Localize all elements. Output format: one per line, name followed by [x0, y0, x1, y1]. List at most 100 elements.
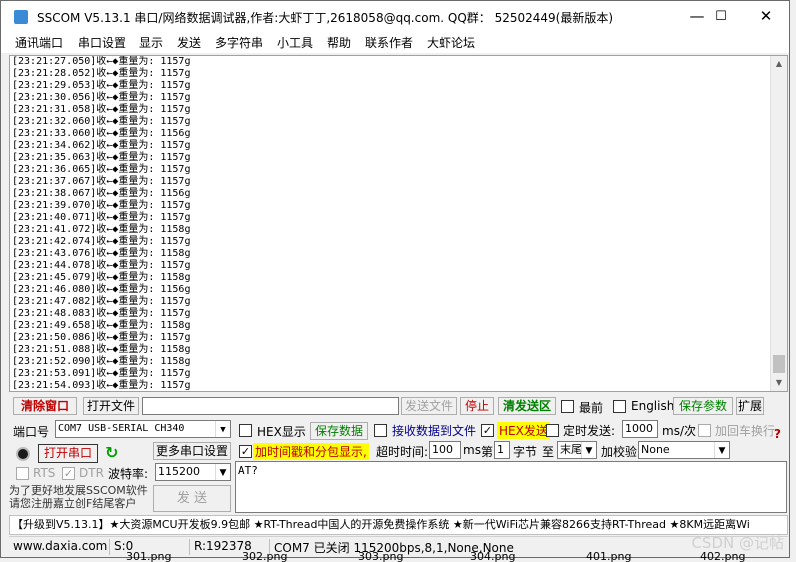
add-crlf-label: 加回车换行	[715, 424, 776, 438]
open-file-button[interactable]: 打开文件	[83, 397, 139, 415]
log-line: [23:21:52.090]收←◆重量为: 1158g	[12, 356, 191, 367]
log-line: [23:21:43.076]收←◆重量为: 1158g	[12, 248, 191, 259]
log-line: [23:21:46.080]收←◆重量为: 1156g	[12, 284, 191, 295]
stop-button[interactable]: 停止	[460, 397, 494, 415]
baud-select[interactable]: 115200 ▼	[155, 463, 231, 481]
save-params-button[interactable]: 保存参数	[673, 397, 733, 415]
close-button[interactable]: ✕	[743, 1, 789, 32]
log-line: [23:21:41.072]收←◆重量为: 1158g	[12, 224, 191, 235]
menu-contact[interactable]: 联系作者	[365, 34, 413, 51]
background-file: 304.png	[470, 550, 516, 562]
log-lines: [23:21:27.050]收←◆重量为: 1157g [23:21:28.052…	[12, 56, 191, 391]
background-file-strip: 301.png 302.png 303.png 304.png 401.png …	[0, 550, 796, 562]
topmost-label: 最前	[579, 401, 604, 415]
promo-text: 为了更好地发展SSCOM软件 请您注册嘉立创F结尾客户	[9, 484, 148, 510]
log-line: [23:21:44.078]收←◆重量为: 1157g	[12, 260, 191, 271]
menu-port[interactable]: 通讯端口	[15, 34, 63, 51]
end-value: 末尾	[560, 443, 582, 456]
dtr-checkbox[interactable]: ✓	[62, 467, 75, 480]
clear-window-button[interactable]: 清除窗口	[13, 397, 77, 415]
port-status-indicator	[16, 447, 30, 461]
topmost-checkbox[interactable]	[561, 400, 574, 413]
timeout-label: 超时时间:	[376, 445, 429, 459]
file-path-field[interactable]	[142, 397, 399, 415]
maximize-button[interactable]: ☐	[698, 1, 744, 32]
scroll-thumb[interactable]	[773, 355, 785, 373]
english-checkbox[interactable]	[613, 400, 626, 413]
log-line: [23:21:28.052]收←◆重量为: 1157g	[12, 68, 191, 79]
open-port-button[interactable]: 打开串口	[38, 444, 98, 463]
app-icon	[14, 10, 28, 24]
refresh-icon[interactable]: ↻	[105, 443, 118, 462]
log-line: [23:21:37.067]收←◆重量为: 1157g	[12, 176, 191, 187]
log-line: [23:21:53.091]收←◆重量为: 1157g	[12, 368, 191, 379]
checksum-label: 加校验	[601, 445, 638, 459]
log-line: [23:21:40.071]收←◆重量为: 1157g	[12, 212, 191, 223]
rts-checkbox[interactable]	[16, 467, 29, 480]
log-line: [23:21:51.088]收←◆重量为: 1158g	[12, 344, 191, 355]
port-label: 端口号	[13, 425, 50, 439]
send-file-button[interactable]: 发送文件	[401, 397, 457, 415]
menu-display[interactable]: 显示	[139, 34, 163, 51]
hex-send-label: HEX发送	[497, 422, 550, 439]
chevron-down-icon: ▼	[215, 421, 230, 437]
to-label: 至	[542, 445, 555, 459]
checksum-select[interactable]: None ▼	[638, 441, 730, 459]
menu-bar: 通讯端口 串口设置 显示 发送 多字符串 小工具 帮助 联系作者 大虾论坛	[1, 32, 789, 53]
timestamp-label: 加时间戳和分包显示,	[253, 443, 369, 460]
timeout-unit: ms	[463, 443, 481, 457]
log-line: [23:21:30.056]收←◆重量为: 1157g	[12, 92, 191, 103]
send-input[interactable]: AT?	[235, 461, 787, 513]
log-scrollbar[interactable]: ▲ ▼	[770, 56, 787, 391]
rts-label: RTS	[33, 466, 56, 480]
log-line: [23:21:45.079]收←◆重量为: 1158g	[12, 272, 191, 283]
send-button[interactable]: 发 送	[153, 485, 231, 512]
menu-send[interactable]: 发送	[177, 34, 201, 51]
menu-tools[interactable]: 小工具	[277, 34, 313, 51]
recv-to-file-label: 接收数据到文件	[392, 424, 477, 438]
background-file: 303.png	[358, 550, 404, 562]
chevron-down-icon: ▼	[714, 442, 729, 458]
expand-button[interactable]: 扩展	[736, 397, 764, 415]
port-select[interactable]: COM7 USB-SERIAL CH340 ▼	[55, 420, 231, 438]
port-value: COM7 USB-SERIAL CH340	[58, 423, 185, 434]
log-line: [23:21:35.063]收←◆重量为: 1157g	[12, 152, 191, 163]
nth-input[interactable]: 1	[494, 441, 510, 459]
scroll-up-icon[interactable]: ▲	[771, 56, 787, 72]
timed-send-label: 定时发送:	[563, 424, 616, 438]
baud-value: 115200	[158, 465, 200, 478]
scroll-down-icon[interactable]: ▼	[771, 375, 787, 391]
period-input[interactable]: 1000	[622, 420, 658, 438]
english-label: English	[631, 399, 675, 413]
menu-multi-string[interactable]: 多字符串	[215, 34, 263, 51]
more-settings-button[interactable]: 更多串口设置	[153, 442, 231, 460]
hex-send-checkbox[interactable]: ✓	[481, 424, 494, 437]
log-line: [23:21:48.083]收←◆重量为: 1157g	[12, 308, 191, 319]
menu-forum[interactable]: 大虾论坛	[427, 34, 475, 51]
hex-display-checkbox[interactable]	[239, 424, 252, 437]
byte-label: 字节	[513, 445, 538, 459]
log-line: [23:21:47.082]收←◆重量为: 1157g	[12, 296, 191, 307]
timestamp-checkbox[interactable]: ✓	[239, 445, 252, 458]
add-crlf-checkbox[interactable]	[698, 424, 711, 437]
log-line: [23:21:34.062]收←◆重量为: 1157g	[12, 140, 191, 151]
ticker-bar[interactable]: 【升级到V5.13.1】★大资源MCU开发板9.9包邮 ★RT-Thread中国…	[9, 515, 788, 535]
background-file: 302.png	[242, 550, 288, 562]
dtr-label: DTR	[79, 466, 104, 480]
recv-to-file-checkbox[interactable]	[374, 424, 387, 437]
menu-serial-settings[interactable]: 串口设置	[78, 34, 126, 51]
log-line: [23:21:31.058]收←◆重量为: 1157g	[12, 104, 191, 115]
help-icon[interactable]: ?	[774, 427, 784, 443]
receive-log[interactable]: [23:21:27.050]收←◆重量为: 1157g [23:21:28.052…	[9, 55, 788, 392]
title-bar: SSCOM V5.13.1 串口/网络数据调试器,作者:大虾丁丁,2618058…	[1, 1, 789, 32]
menu-help[interactable]: 帮助	[327, 34, 351, 51]
log-line: [23:21:38.067]收←◆重量为: 1156g	[12, 188, 191, 199]
save-data-button[interactable]: 保存数据	[310, 422, 368, 440]
log-line: [23:21:54.093]收←◆重量为: 1157g	[12, 380, 191, 391]
timed-send-checkbox[interactable]	[546, 424, 559, 437]
watermark: CSDN @记帖	[691, 534, 784, 552]
sscom-window: SSCOM V5.13.1 串口/网络数据调试器,作者:大虾丁丁,2618058…	[0, 0, 790, 558]
clear-send-area-button[interactable]: 清发送区	[498, 397, 556, 415]
end-select[interactable]: 末尾 ▼	[557, 441, 597, 459]
timeout-input[interactable]: 100	[429, 441, 461, 459]
